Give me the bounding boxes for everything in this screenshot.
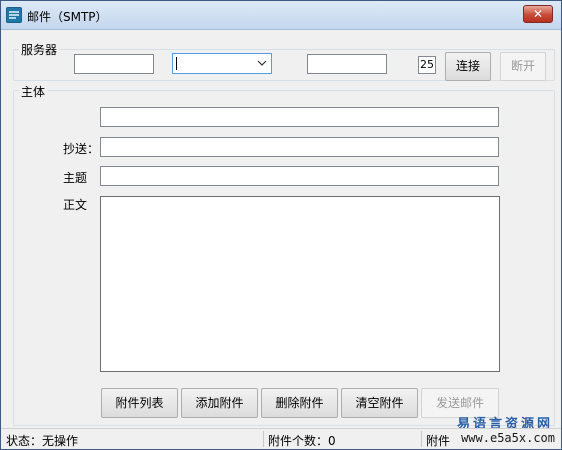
cc-label: 抄送：: [63, 142, 100, 156]
subject-input[interactable]: [100, 166, 499, 186]
app-icon: [6, 7, 22, 23]
attachment-list-button[interactable]: 附件列表: [101, 388, 178, 418]
add-attachment-button[interactable]: 添加附件: [181, 388, 258, 418]
status-divider: [421, 431, 422, 447]
title-bar[interactable]: 邮件（SMTP） ✕: [1, 1, 561, 30]
delete-attachment-button[interactable]: 删除附件: [261, 388, 338, 418]
recipient-input[interactable]: [100, 107, 499, 127]
window-title: 邮件（SMTP）: [27, 10, 108, 24]
chevron-down-icon[interactable]: [257, 58, 267, 68]
server-group-legend: 服务器: [19, 41, 60, 58]
close-button[interactable]: ✕: [523, 5, 553, 23]
status-divider: [263, 431, 264, 447]
smtp-host-input[interactable]: [74, 54, 154, 74]
content-textarea[interactable]: [100, 196, 500, 372]
content-label: 正文: [63, 198, 88, 212]
port-input[interactable]: 25: [418, 56, 436, 74]
status-text: 状态：无操作: [6, 434, 79, 448]
cc-input[interactable]: [100, 137, 499, 157]
watermark-url: www.e5a5x.com: [461, 431, 555, 445]
connect-button[interactable]: 连接: [445, 52, 491, 81]
password-input[interactable]: [307, 54, 387, 74]
mail-window: 邮件（SMTP） ✕ 服务器 25 连接 断开 主体 抄送： 主题 正文 附件列…: [0, 0, 562, 450]
attachment-count-text: 附件个数：0: [268, 434, 336, 448]
disconnect-button[interactable]: 断开: [500, 52, 546, 81]
text-caret: [176, 57, 177, 70]
attachment-size-text: 附件: [426, 434, 451, 448]
subject-label: 主题: [63, 171, 88, 185]
body-group-legend: 主体: [19, 83, 48, 100]
account-combobox[interactable]: [172, 53, 272, 74]
clear-attachments-button[interactable]: 清空附件: [341, 388, 418, 418]
